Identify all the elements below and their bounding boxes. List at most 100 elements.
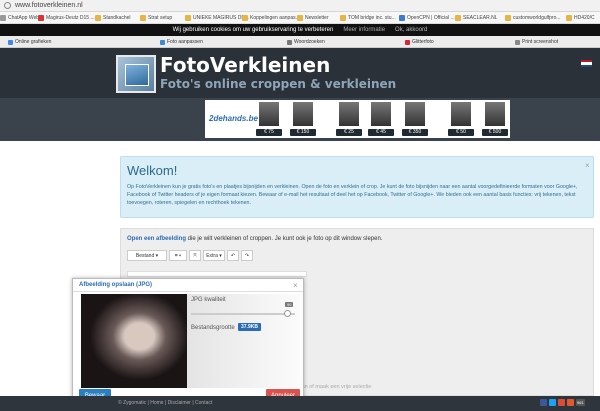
ad-product-image[interactable] xyxy=(293,102,313,126)
bookmark-label: ChatApp Web xyxy=(8,15,40,21)
bookmark-item[interactable]: OpenCPN | Official ... xyxy=(399,15,455,21)
address-bar[interactable]: www.fotoverkleinen.nl xyxy=(0,0,600,12)
bookmark-item[interactable]: Newsletter xyxy=(297,15,329,21)
bookmark-favicon-icon xyxy=(185,15,191,21)
cookie-more-info-link[interactable]: Meer informatie xyxy=(343,27,385,33)
ad-product-image[interactable] xyxy=(371,102,391,126)
bookmark-label: customworldgulfpro... xyxy=(513,15,561,21)
ad-price-label: € 50 xyxy=(448,129,474,136)
bookmark-label: TOM bridge inc. stu... xyxy=(348,15,396,21)
menu-item-print-screenshot[interactable]: Print screenshot xyxy=(515,39,558,45)
bookmark-label: SEACLEAR.NL xyxy=(463,15,498,21)
welcome-box: Welkom! Op FotoVerkleinen kun je gratis … xyxy=(120,156,594,218)
site-menu: Online grafieken Foto aanpassen Woordzoe… xyxy=(0,36,600,48)
ad-product-image[interactable] xyxy=(451,102,471,126)
extra-menu-button[interactable]: Extra ▾ xyxy=(203,250,225,261)
ad-price-label: € 25 xyxy=(336,129,362,136)
bookmark-favicon-icon xyxy=(505,15,511,21)
redo-button[interactable]: ↷ xyxy=(241,250,253,261)
crop-button[interactable]: ⌗ ▾ xyxy=(169,250,187,261)
bookmark-label: HD420/C xyxy=(574,15,595,21)
facebook-icon[interactable] xyxy=(540,399,547,406)
cookie-accept-link[interactable]: Ok, akkoord xyxy=(395,27,427,33)
image-preview-overlay xyxy=(187,294,303,388)
menu-label: Online grafieken xyxy=(15,39,52,45)
ad-price-label: € 350 xyxy=(402,129,428,136)
resize-button[interactable]: ⤧ xyxy=(189,250,201,261)
save-image-dialog: Afbeelding opslaan (JPG) × JPG kwaliteit… xyxy=(72,278,304,405)
logo-image-icon[interactable] xyxy=(116,55,156,93)
search-icon xyxy=(287,39,292,45)
site-title[interactable]: FotoVerkleinen xyxy=(160,53,330,77)
photo-icon xyxy=(160,39,165,45)
bookmark-favicon-icon xyxy=(297,15,303,21)
undo-button[interactable]: ↶ xyxy=(227,250,239,261)
bookmark-favicon-icon xyxy=(399,15,405,21)
menu-item-glitterfoto[interactable]: Glitterfoto xyxy=(405,39,434,45)
bookmark-label: Koppelingen aanpas... xyxy=(250,15,300,21)
bookmark-item[interactable]: HD420/C xyxy=(566,15,595,21)
menu-item-woordzoeken[interactable]: Woordzoeken xyxy=(287,39,325,45)
url-text[interactable]: www.fotoverkleinen.nl xyxy=(15,2,83,9)
close-icon[interactable]: × xyxy=(293,281,298,290)
advertisement[interactable]: 2dehands.be € 75 € 150 € 25 € 45 € 350 € 50 € … xyxy=(205,100,510,138)
bookmark-item[interactable]: Standkachel xyxy=(95,15,131,21)
open-instructions: Open een afbeelding die je wilt verklein… xyxy=(127,236,382,242)
share-buttons: 961 xyxy=(540,399,585,406)
bookmark-item[interactable]: ChatApp Web xyxy=(0,15,39,21)
bookmark-item[interactable]: UNIEKE MAGIRUS DE... xyxy=(185,15,249,21)
menu-label: Foto aanpassen xyxy=(167,39,203,45)
globe-icon xyxy=(4,2,11,9)
file-menu-button[interactable]: Bestand ▾ xyxy=(127,250,167,261)
bookmark-label: Standkachel xyxy=(103,15,131,21)
bookmark-favicon-icon xyxy=(38,15,44,21)
quality-slider[interactable] xyxy=(191,313,295,315)
ad-price-label: € 45 xyxy=(368,129,394,136)
close-icon[interactable]: × xyxy=(585,161,590,170)
ad-logo: 2dehands.be xyxy=(209,114,258,123)
twitter-icon[interactable] xyxy=(549,399,556,406)
bookmark-item[interactable]: customworldgulfpro... xyxy=(505,15,561,21)
menu-item-online-grafieken[interactable]: Online grafieken xyxy=(8,39,51,45)
quality-label: JPG kwaliteit xyxy=(191,297,226,303)
menu-label: Glitterfoto xyxy=(412,39,434,45)
ad-price-label: € 75 xyxy=(256,129,282,136)
bookmark-label: Strat setup xyxy=(148,15,173,21)
site-subtitle: Foto's online croppen & verkleinen xyxy=(160,77,397,91)
ad-product-image[interactable] xyxy=(339,102,359,126)
open-image-link[interactable]: Open een afbeelding xyxy=(127,236,186,242)
bookmark-favicon-icon xyxy=(340,15,346,21)
glitter-icon xyxy=(405,39,410,45)
bookmark-item[interactable]: TOM bridge inc. stu... xyxy=(340,15,396,21)
chart-icon xyxy=(8,39,13,45)
bookmark-favicon-icon xyxy=(140,15,146,21)
bookmark-item[interactable]: Koppelingen aanpas... xyxy=(242,15,300,21)
filesize-badge: 37.9KB xyxy=(238,323,261,331)
ad-product-image[interactable] xyxy=(259,102,279,126)
welcome-text: Op FotoVerkleinen kun je gratis foto's e… xyxy=(127,184,578,206)
bookmark-favicon-icon xyxy=(242,15,248,21)
menu-item-foto-aanpassen[interactable]: Foto aanpassen xyxy=(160,39,203,45)
dutch-flag-icon[interactable] xyxy=(581,60,592,67)
bookmark-item[interactable]: SEACLEAR.NL xyxy=(455,15,497,21)
bookmark-favicon-icon xyxy=(566,15,572,21)
bookmark-item[interactable]: Magirus-Deutz D15 ... xyxy=(38,15,95,21)
cookie-bar: Wij gebruiken cookies om uw gebruikserva… xyxy=(0,24,600,36)
bookmark-item[interactable]: Strat setup xyxy=(140,15,172,21)
google-plus-icon[interactable] xyxy=(558,399,565,406)
menu-label: Print screenshot xyxy=(522,39,559,45)
bookmark-label: Newsletter xyxy=(305,15,329,21)
ad-price-label: € 150 xyxy=(290,129,316,136)
canvas-preview[interactable] xyxy=(127,271,307,277)
share-count: 961 xyxy=(576,399,585,406)
menu-label: Woordzoeken xyxy=(294,39,325,45)
bookmark-favicon-icon xyxy=(95,15,101,21)
cookie-text: Wij gebruiken cookies om uw gebruikserva… xyxy=(172,27,334,33)
ad-product-image[interactable] xyxy=(485,102,505,126)
ad-product-image[interactable] xyxy=(405,102,425,126)
bookmark-label: OpenCPN | Official ... xyxy=(407,15,455,21)
footer-links[interactable]: © Zygomatic | Home | Disclaimer | Contac… xyxy=(118,400,212,406)
share-plus-icon[interactable] xyxy=(567,399,574,406)
image-preview xyxy=(81,294,187,388)
dialog-title: Afbeelding opslaan (JPG) xyxy=(79,282,153,288)
